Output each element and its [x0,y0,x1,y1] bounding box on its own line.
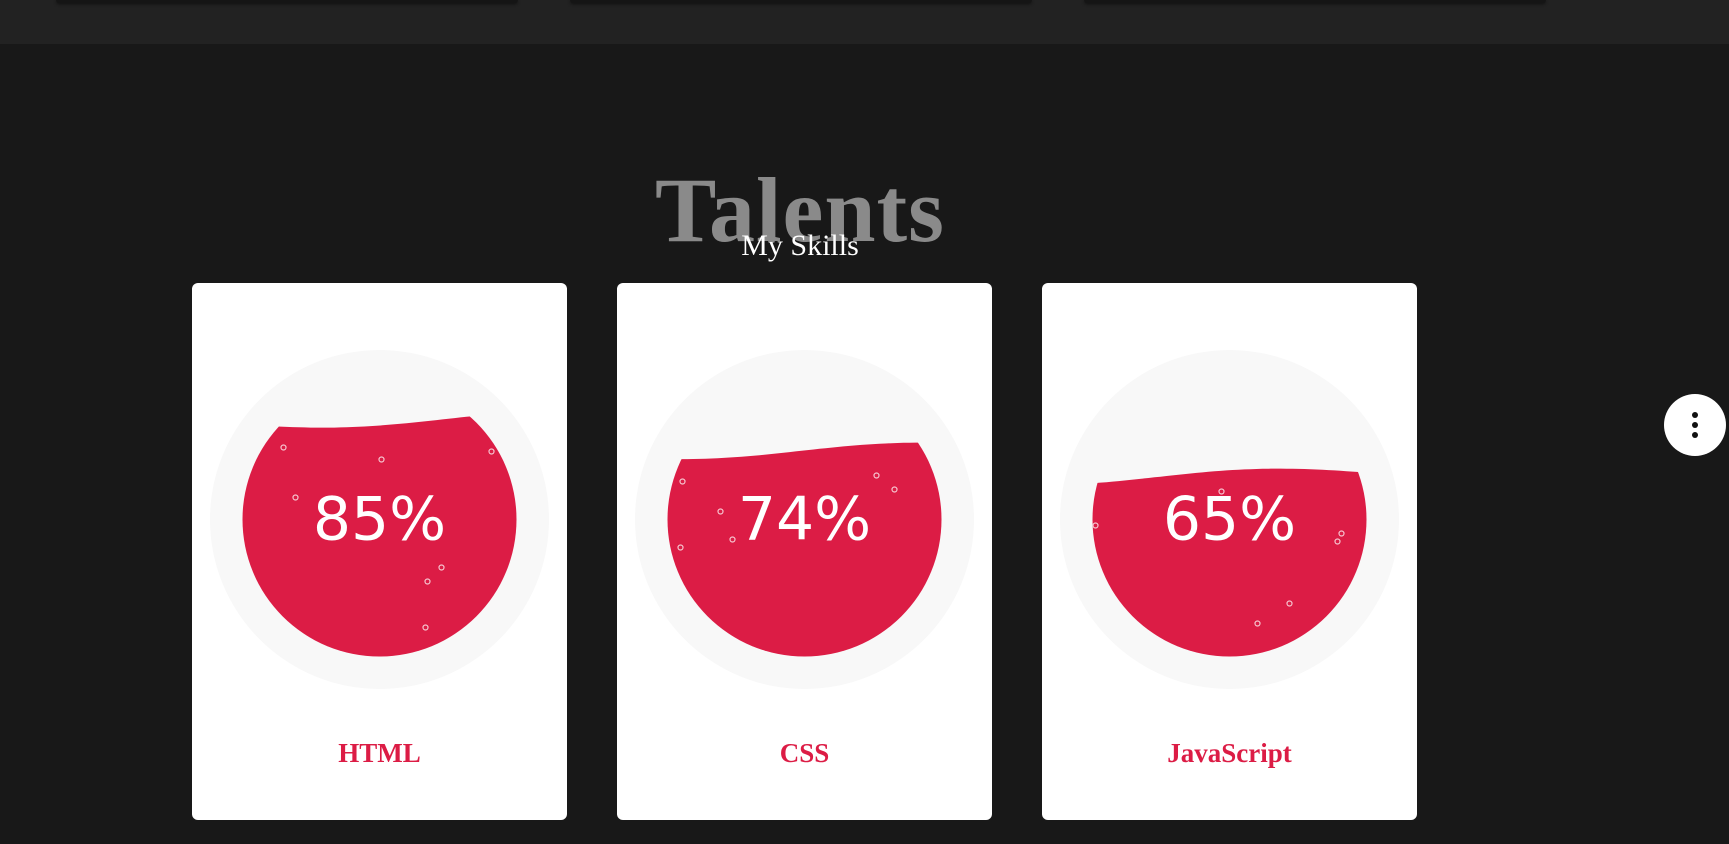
more-options-button[interactable] [1664,394,1726,456]
more-vertical-icon [1692,412,1698,438]
percent-label: 65% [1163,485,1296,555]
skill-card-javascript: 65% JavaScript [1042,283,1417,820]
skill-name: HTML [338,738,421,768]
percent-label: 74% [738,485,871,555]
section-subtitle: My Skills [741,229,859,262]
skill-gauge: 74% [635,350,974,689]
skill-gauge: 65% [1060,350,1399,689]
skill-card-css: 74% CSS [617,283,992,820]
top-section-strip [0,0,1729,44]
top-card-edge [570,0,1032,3]
skill-name: CSS [779,738,830,768]
percent-label: 85% [313,485,446,555]
top-card-edge [1084,0,1546,3]
top-card-edge [56,0,518,3]
skill-name: JavaScript [1167,738,1292,768]
skill-gauge: 85% [210,350,549,689]
skill-card-html: 85% HTML [192,283,567,820]
